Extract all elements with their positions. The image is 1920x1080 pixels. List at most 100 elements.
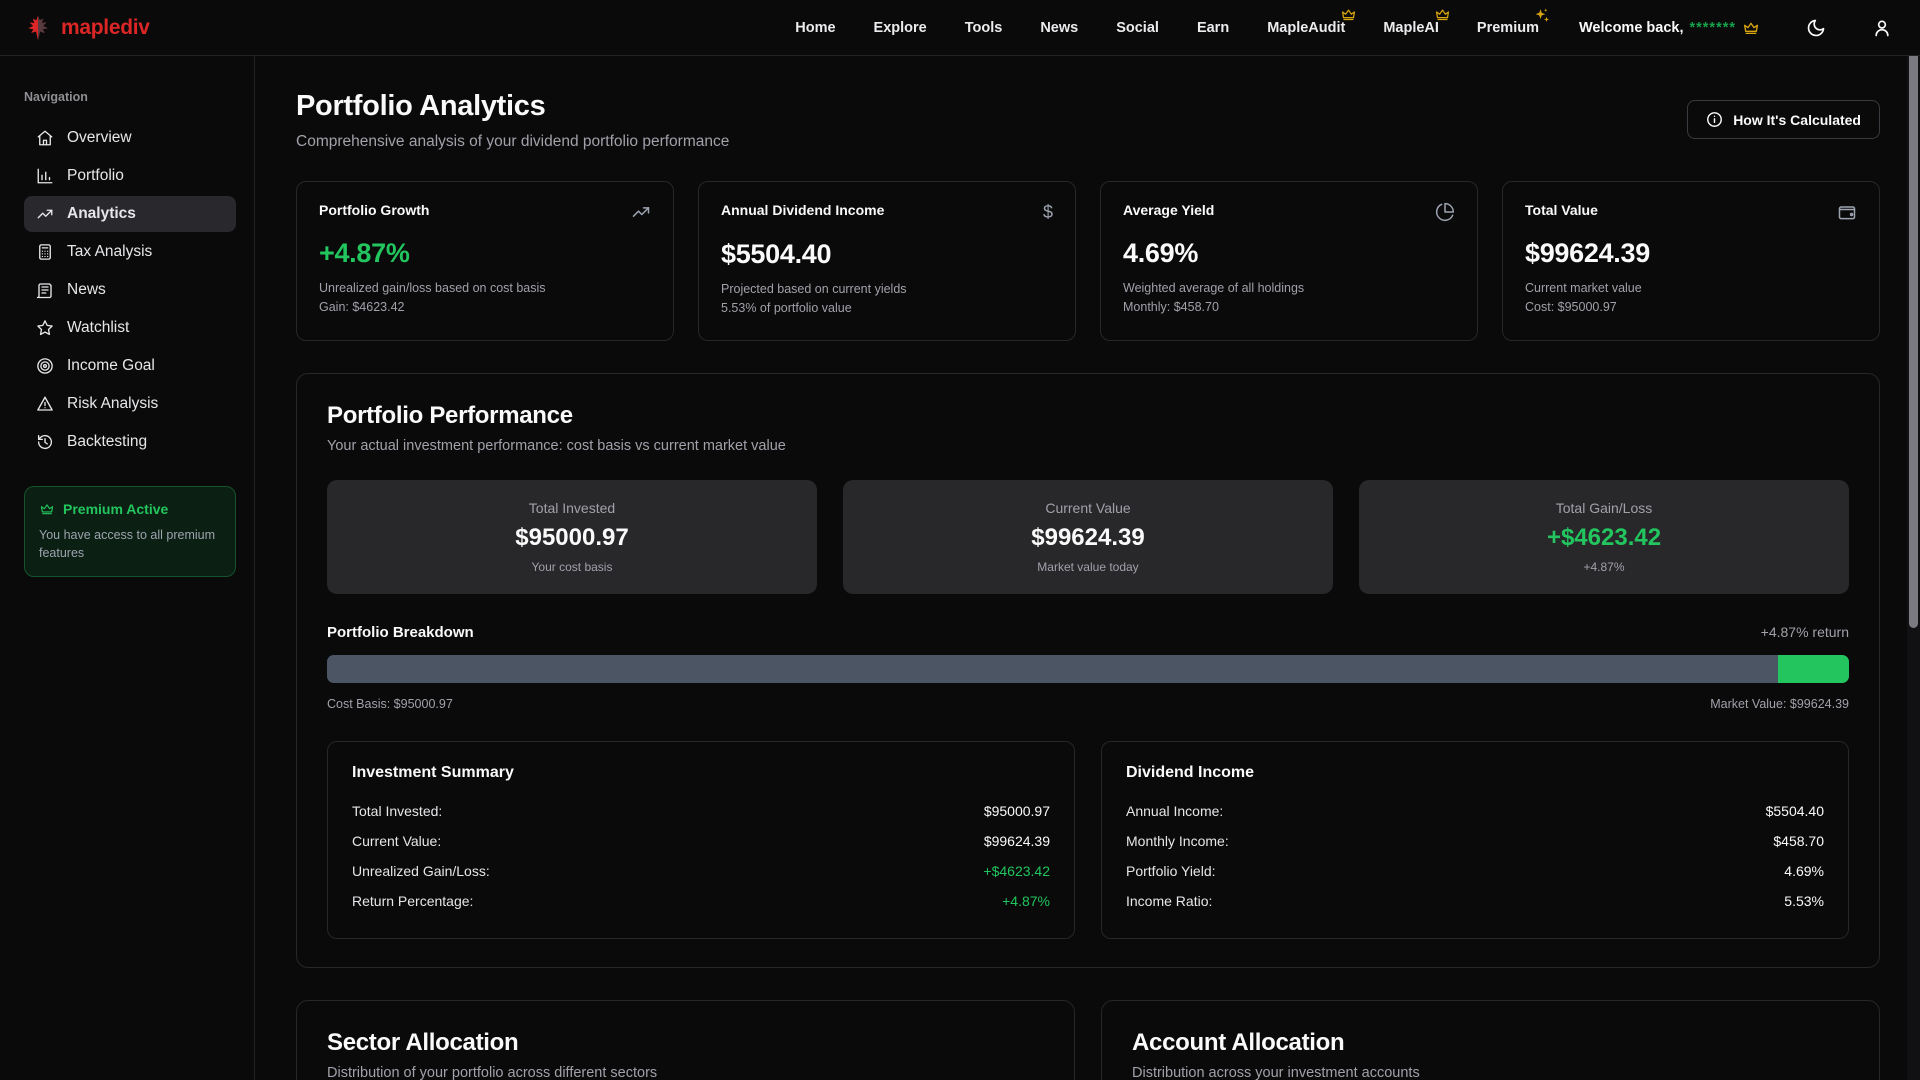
bar-chart-icon bbox=[36, 167, 54, 185]
wallet-icon bbox=[1837, 202, 1857, 222]
sparkles-icon bbox=[1533, 7, 1551, 25]
sidebar-item-label: Tax Analysis bbox=[67, 243, 152, 261]
crown-icon bbox=[1434, 7, 1451, 22]
nav-home[interactable]: Home bbox=[795, 20, 835, 36]
info-icon bbox=[1706, 111, 1723, 128]
stat-card-label: Average Yield bbox=[1123, 202, 1214, 218]
welcome-text: Welcome back, bbox=[1579, 20, 1684, 36]
cost-basis-caption: Cost Basis: $95000.97 bbox=[327, 697, 453, 711]
sidebar-item-news[interactable]: News bbox=[24, 272, 236, 308]
current-value-box: Current Value $99624.39 Market value tod… bbox=[843, 480, 1333, 594]
account-allocation-panel: Account Allocation Distribution across y… bbox=[1101, 1000, 1880, 1080]
gain-segment bbox=[1778, 655, 1849, 683]
stat-card-value: $99624.39 bbox=[1525, 238, 1857, 269]
income-row: Monthly Income:$458.70 bbox=[1126, 826, 1824, 856]
nav-mapleai[interactable]: MapleAI bbox=[1383, 20, 1439, 36]
home-icon bbox=[36, 129, 54, 147]
main-content: Portfolio Analytics Comprehensive analys… bbox=[255, 56, 1920, 1080]
income-row: Annual Income:$5504.40 bbox=[1126, 796, 1824, 826]
moon-icon bbox=[1806, 18, 1826, 38]
history-icon bbox=[36, 433, 54, 451]
nav-news[interactable]: News bbox=[1040, 20, 1078, 36]
nav-social[interactable]: Social bbox=[1116, 20, 1159, 36]
dollar-icon: $ bbox=[1043, 202, 1053, 223]
performance-title: Portfolio Performance bbox=[327, 402, 1849, 430]
income-row: Income Ratio:5.53% bbox=[1126, 886, 1824, 916]
crown-icon bbox=[1742, 20, 1760, 36]
how-its-calculated-button[interactable]: How It's Calculated bbox=[1687, 100, 1880, 139]
stat-card-value: $5504.40 bbox=[721, 239, 1053, 270]
sidebar-item-label: Watchlist bbox=[67, 319, 129, 337]
maple-leaf-logo bbox=[24, 14, 52, 42]
stat-card-total-value: Total Value $99624.39 Current market val… bbox=[1502, 181, 1880, 341]
brand[interactable]: maplediv bbox=[24, 14, 150, 42]
crown-icon bbox=[1340, 7, 1357, 22]
premium-description: You have access to all premium features bbox=[39, 526, 221, 562]
sidebar-item-portfolio[interactable]: Portfolio bbox=[24, 158, 236, 194]
portfolio-performance-panel: Portfolio Performance Your actual invest… bbox=[296, 373, 1880, 968]
stat-card-label: Annual Dividend Income bbox=[721, 202, 884, 218]
nav-tools[interactable]: Tools bbox=[965, 20, 1003, 36]
breakdown-progress-bar bbox=[327, 655, 1849, 683]
masked-username: ******* bbox=[1690, 20, 1737, 36]
breakdown-label: Portfolio Breakdown bbox=[327, 624, 474, 641]
target-icon bbox=[36, 357, 54, 375]
page-scrollbar[interactable] bbox=[1907, 0, 1920, 1080]
sidebar-item-label: Overview bbox=[67, 129, 132, 147]
sidebar-item-watchlist[interactable]: Watchlist bbox=[24, 310, 236, 346]
sidebar-item-income-goal[interactable]: Income Goal bbox=[24, 348, 236, 384]
breakdown-return: +4.87% return bbox=[1761, 624, 1849, 640]
crown-icon bbox=[39, 502, 55, 516]
sidebar-item-label: News bbox=[67, 281, 106, 299]
sidebar-item-risk-analysis[interactable]: Risk Analysis bbox=[24, 386, 236, 422]
stat-card-label: Portfolio Growth bbox=[319, 202, 429, 218]
stat-card-value: +4.87% bbox=[319, 238, 651, 269]
top-header: maplediv Home Explore Tools News Social … bbox=[0, 0, 1920, 56]
page-title: Portfolio Analytics bbox=[296, 90, 729, 123]
sidebar-item-label: Income Goal bbox=[67, 357, 155, 375]
nav-premium[interactable]: Premium bbox=[1477, 20, 1539, 36]
sidebar-item-label: Risk Analysis bbox=[67, 395, 158, 413]
cost-basis-segment bbox=[327, 655, 1778, 683]
stat-card-average-yield: Average Yield 4.69% Weighted average of … bbox=[1100, 181, 1478, 341]
welcome-message: Welcome back, ******* bbox=[1579, 20, 1760, 36]
stat-card-label: Total Value bbox=[1525, 202, 1598, 218]
stat-card-portfolio-growth: Portfolio Growth +4.87% Unrealized gain/… bbox=[296, 181, 674, 341]
total-invested-box: Total Invested $95000.97 Your cost basis bbox=[327, 480, 817, 594]
trending-up-icon bbox=[36, 205, 54, 223]
nav-earn[interactable]: Earn bbox=[1197, 20, 1229, 36]
investment-summary-panel: Investment Summary Total Invested:$95000… bbox=[327, 741, 1075, 939]
nav-explore[interactable]: Explore bbox=[874, 20, 927, 36]
premium-title: Premium Active bbox=[63, 501, 168, 517]
stat-card-value: 4.69% bbox=[1123, 238, 1455, 269]
sector-allocation-panel: Sector Allocation Distribution of your p… bbox=[296, 1000, 1075, 1080]
alert-triangle-icon bbox=[36, 395, 54, 413]
sidebar-item-overview[interactable]: Overview bbox=[24, 120, 236, 156]
summary-row: Total Invested:$95000.97 bbox=[352, 796, 1050, 826]
scrollbar-thumb[interactable] bbox=[1909, 28, 1918, 628]
sidebar-item-analytics[interactable]: Analytics bbox=[24, 196, 236, 232]
income-row: Portfolio Yield:4.69% bbox=[1126, 856, 1824, 886]
summary-row: Current Value:$99624.39 bbox=[352, 826, 1050, 856]
sidebar-item-label: Analytics bbox=[67, 205, 136, 223]
sidebar-section-label: Navigation bbox=[24, 90, 236, 104]
theme-toggle-button[interactable] bbox=[1806, 18, 1826, 38]
user-icon bbox=[1872, 18, 1892, 38]
brand-name: maplediv bbox=[61, 16, 150, 40]
total-gain-loss-box: Total Gain/Loss +$4623.42 +4.87% bbox=[1359, 480, 1849, 594]
nav-mapleaudit[interactable]: MapleAudit bbox=[1267, 20, 1345, 36]
main-nav: Home Explore Tools News Social Earn Mapl… bbox=[795, 20, 1539, 36]
newspaper-icon bbox=[36, 281, 54, 299]
summary-row: Return Percentage:+4.87% bbox=[352, 886, 1050, 916]
sidebar-item-backtesting[interactable]: Backtesting bbox=[24, 424, 236, 460]
sidebar-item-label: Portfolio bbox=[67, 167, 124, 185]
sidebar-item-label: Backtesting bbox=[67, 433, 147, 451]
sidebar-item-tax-analysis[interactable]: Tax Analysis bbox=[24, 234, 236, 270]
market-value-caption: Market Value: $99624.39 bbox=[1710, 697, 1849, 711]
stat-cards: Portfolio Growth +4.87% Unrealized gain/… bbox=[296, 181, 1880, 341]
sidebar: Navigation Overview Portfolio Analytics … bbox=[0, 56, 255, 1080]
calculator-icon bbox=[36, 243, 54, 261]
premium-active-card: Premium Active You have access to all pr… bbox=[24, 486, 236, 577]
pie-chart-icon bbox=[1435, 202, 1455, 222]
account-button[interactable] bbox=[1872, 18, 1892, 38]
